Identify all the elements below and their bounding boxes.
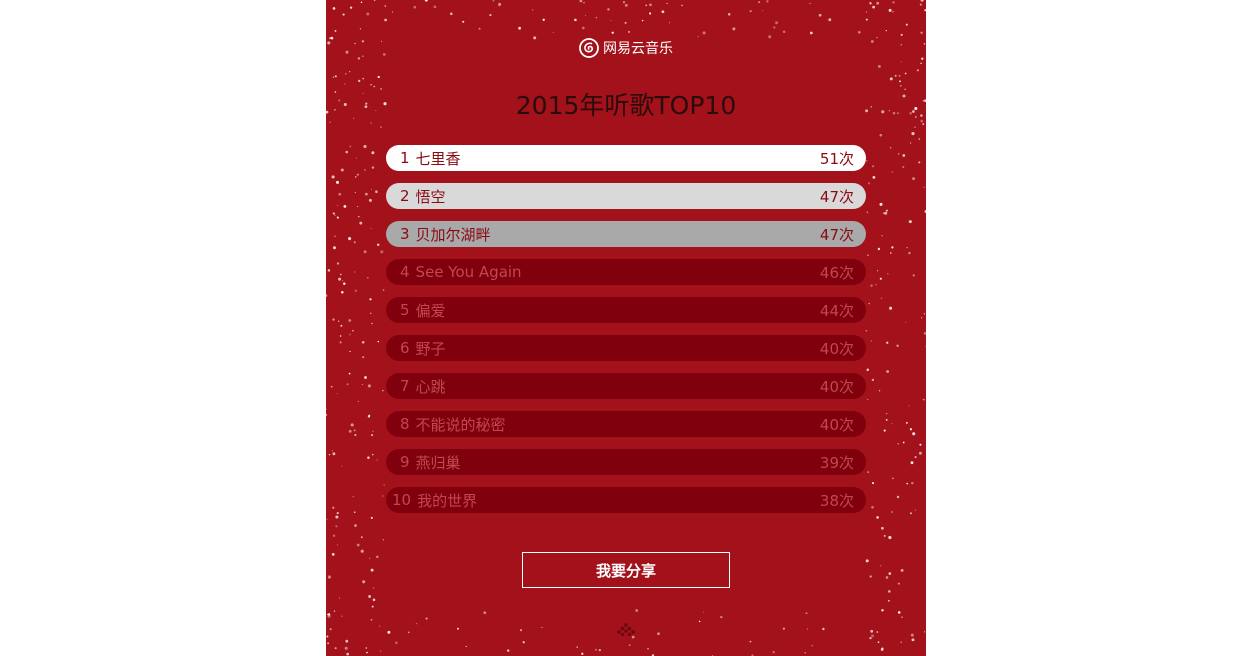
top-songs-list: 1 七里香 51次 2 悟空 47次 3 贝加尔湖畔 47次 4 See You…	[386, 145, 866, 525]
song-name: 贝加尔湖畔	[415, 225, 491, 244]
song-row-10[interactable]: 10 我的世界 38次	[386, 487, 866, 513]
play-count: 39次	[819, 453, 854, 472]
song-name: 燕归巢	[415, 453, 461, 472]
play-count: 46次	[819, 263, 854, 282]
song-rank: 6	[400, 339, 410, 357]
song-rank: 4	[400, 263, 410, 281]
song-row-8[interactable]: 8 不能说的秘密 40次	[386, 411, 866, 437]
brand-name: 网易云音乐	[603, 41, 673, 57]
song-row-5[interactable]: 5 偏爱 44次	[386, 297, 866, 323]
song-rank: 1	[400, 149, 410, 167]
play-count: 47次	[819, 225, 854, 244]
song-rank: 5	[400, 301, 410, 319]
brand-logo: 网易云音乐	[326, 38, 926, 58]
song-row-4[interactable]: 4 See You Again 46次	[386, 259, 866, 285]
song-rank: 10	[392, 491, 412, 509]
song-name: 七里香	[415, 149, 461, 168]
song-name: 不能说的秘密	[415, 415, 506, 434]
song-row-7[interactable]: 7 心跳 40次	[386, 373, 866, 399]
song-row-9[interactable]: 9 燕归巢 39次	[386, 449, 866, 475]
song-row-2[interactable]: 2 悟空 47次	[386, 183, 866, 209]
up-arrow-dots-icon[interactable]	[614, 622, 638, 638]
page-title: 2015年听歌TOP10	[515, 91, 737, 120]
play-count: 40次	[819, 415, 854, 434]
year-review-card: 网易云音乐 2015年听歌TOP10 1 七里香 51次 2 悟空 47次 3 …	[326, 0, 926, 656]
song-row-6[interactable]: 6 野子 40次	[386, 335, 866, 361]
song-rank: 3	[400, 225, 410, 243]
play-count: 51次	[819, 149, 854, 168]
netease-music-icon	[579, 38, 599, 58]
play-count: 38次	[819, 491, 854, 510]
song-name: 野子	[415, 339, 446, 358]
song-name: 偏爱	[415, 301, 446, 320]
song-row-1[interactable]: 1 七里香 51次	[386, 145, 866, 171]
song-rank: 9	[400, 453, 410, 471]
song-name: 心跳	[415, 377, 446, 396]
song-name: 悟空	[415, 187, 446, 206]
play-count: 40次	[819, 339, 854, 358]
play-count: 44次	[819, 301, 854, 320]
song-name: 我的世界	[417, 491, 478, 510]
play-count: 47次	[819, 187, 854, 206]
song-rank: 2	[400, 187, 410, 205]
song-row-3[interactable]: 3 贝加尔湖畔 47次	[386, 221, 866, 247]
song-rank: 8	[400, 415, 410, 433]
song-name: See You Again	[415, 263, 522, 281]
play-count: 40次	[819, 377, 854, 396]
share-button[interactable]: 我要分享	[522, 552, 730, 588]
song-rank: 7	[400, 377, 410, 395]
